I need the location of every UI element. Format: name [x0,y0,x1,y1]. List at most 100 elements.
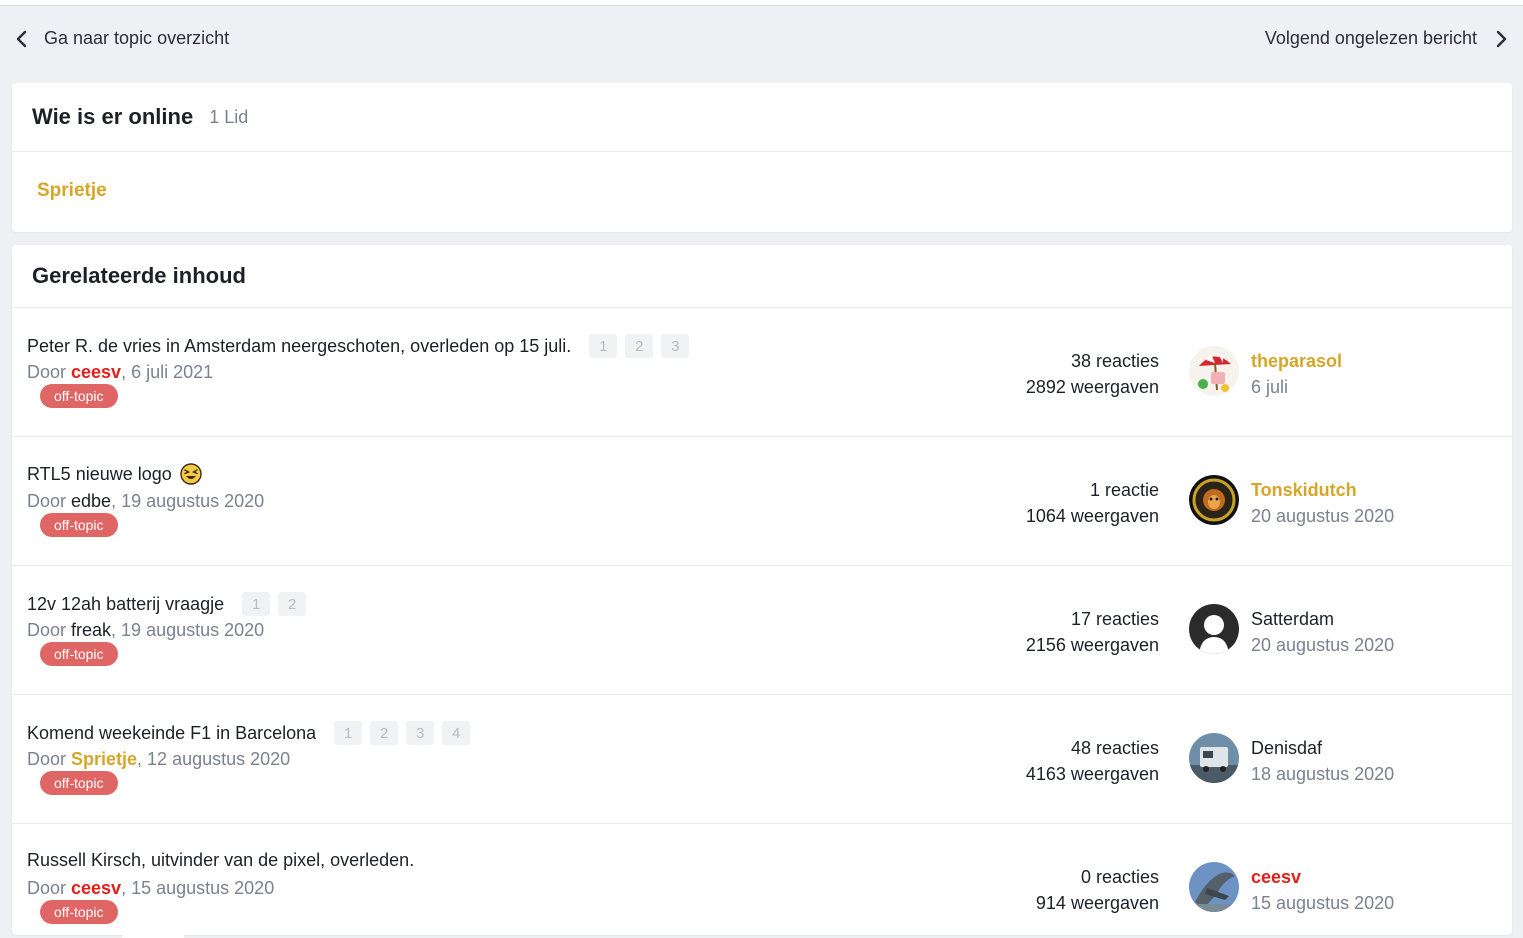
last-poster-avatar[interactable] [1189,475,1239,525]
online-member-count: 1 Lid [209,106,249,127]
topic-date: , 19 augustus 2020 [111,620,265,640]
topic-date: , 6 juli 2021 [121,362,214,382]
topic-author-link[interactable]: ceesv [71,362,121,382]
topic-row: Komend weekeinde F1 in Barcelona 1 2 3 4… [12,695,1512,824]
topic-title-link[interactable]: RTL5 nieuwe logo [27,464,172,485]
view-count: 1064 weergaven [1025,506,1159,526]
topic-title-line: Peter R. de vries in Amsterdam neergesch… [27,334,697,358]
who-is-online-title: Wie is er online [32,104,194,129]
view-count: 4163 weergaven [1025,764,1159,784]
topic-meta: Door ceesv, 6 juli 2021 [27,362,213,383]
badge-avatar-icon [1189,475,1239,525]
who-is-online-card: Wie is er online 1 Lid Sprietje [12,83,1512,232]
last-poster-link[interactable]: ceesv [1251,864,1394,890]
back-link-label: Ga naar topic overzicht [44,28,230,48]
last-poster-avatar[interactable] [1189,346,1239,396]
topic-title-line: Komend weekeinde F1 in Barcelona 1 2 3 4 [27,721,478,745]
topic-stats: 1 reactie 1064 weergaven [1026,477,1159,529]
last-post-info: Tonskidutch 20 augustus 2020 [1251,477,1394,529]
page-link[interactable]: 2 [370,721,399,745]
default-user-avatar-icon [1189,604,1239,654]
reply-count: 17 reacties [1070,609,1159,629]
related-content-header: Gerelateerde inhoud [12,245,1512,308]
topic-title-link[interactable]: Komend weekeinde F1 in Barcelona [27,723,316,744]
parasol-avatar-icon [1189,346,1239,396]
page-link[interactable]: 3 [661,334,690,358]
related-content-card: Gerelateerde inhoud Peter R. de vries in… [12,245,1512,935]
topic-stats: 17 reacties 2156 weergaven [1026,606,1159,658]
topic-stats: 38 reacties 2892 weergaven [1026,348,1159,400]
topic-stats: 0 reacties 914 weergaven [1036,864,1159,916]
topic-date: , 19 augustus 2020 [111,491,265,511]
last-post-date: 15 augustus 2020 [1251,893,1395,913]
horizontal-scrollbar-thumb[interactable] [122,931,184,938]
who-is-online-header: Wie is er online 1 Lid [12,83,1512,152]
page-link[interactable]: 1 [334,721,363,745]
last-poster-avatar[interactable] [1189,733,1239,783]
last-post-info: ceesv 15 augustus 2020 [1251,864,1394,916]
reply-count: 0 reacties [1080,867,1159,887]
topic-meta: Door edbe, 19 augustus 2020 [27,491,264,512]
aircraft-photo-avatar-icon [1189,862,1239,912]
topic-date: , 15 augustus 2020 [121,878,275,898]
topic-pagination: 1 2 [242,592,314,616]
topic-tag[interactable]: off-topic [40,900,118,924]
topic-author-link[interactable]: edbe [71,491,111,511]
last-poster-link[interactable]: Tonskidutch [1251,477,1394,503]
by-label: Door [27,491,72,511]
by-label: Door [27,749,72,769]
back-to-topic-overview-link[interactable]: Ga naar topic overzicht [12,28,229,49]
topic-row: RTL5 nieuwe logo Door edbe, 19 augustus … [12,437,1512,566]
topic-date: , 12 augustus 2020 [137,749,291,769]
reply-count: 1 reactie [1089,480,1159,500]
topic-meta: Door ceesv, 15 augustus 2020 [27,878,274,899]
view-count: 2156 weergaven [1025,635,1159,655]
topic-author-link[interactable]: Sprietje [71,749,137,769]
topic-tag[interactable]: off-topic [40,642,118,666]
view-count: 2892 weergaven [1025,377,1159,397]
topic-tag[interactable]: off-topic [40,384,118,408]
topic-tag[interactable]: off-topic [40,513,118,537]
last-poster-link[interactable]: Denisdaf [1251,735,1394,761]
page-link[interactable]: 4 [442,721,471,745]
grinning-squint-emoji-icon [180,463,202,485]
last-poster-link[interactable]: theparasol [1251,348,1342,374]
reply-count: 38 reacties [1070,351,1159,371]
topic-title-link[interactable]: Peter R. de vries in Amsterdam neergesch… [27,336,571,357]
topic-author-link[interactable]: freak [71,620,111,640]
page-link[interactable]: 2 [625,334,654,358]
last-post-date: 20 augustus 2020 [1251,506,1395,526]
topic-pagination: 1 2 3 4 [334,721,478,745]
view-count: 914 weergaven [1035,893,1159,913]
page-link[interactable]: 1 [242,592,271,616]
last-post-info: theparasol 6 juli [1251,348,1342,400]
topic-row: Peter R. de vries in Amsterdam neergesch… [12,308,1512,437]
topic-pagination: 1 2 3 [589,334,697,358]
topic-title-link[interactable]: 12v 12ah batterij vraagje [27,594,224,615]
last-poster-link[interactable]: Satterdam [1251,606,1394,632]
topic-row: 12v 12ah batterij vraagje 1 2 Door freak… [12,566,1512,695]
page-link[interactable]: 2 [278,592,307,616]
topic-stats: 48 reacties 4163 weergaven [1026,735,1159,787]
topic-row: Russell Kirsch, uitvinder van de pixel, … [12,824,1512,935]
topic-meta: Door Sprietje, 12 augustus 2020 [27,749,290,770]
by-label: Door [27,878,72,898]
topic-meta: Door freak, 19 augustus 2020 [27,620,264,641]
page-link[interactable]: 1 [589,334,618,358]
last-poster-avatar[interactable] [1189,604,1239,654]
online-user-link[interactable]: Sprietje [37,180,107,202]
topic-navigation-bar: Ga naar topic overzicht Volgend ongeleze… [0,6,1523,72]
next-link-label: Volgend ongelezen bericht [1264,28,1477,48]
topic-title-line: Russell Kirsch, uitvinder van de pixel, … [27,850,414,871]
next-unread-post-link[interactable]: Volgend ongelezen bericht [1265,28,1511,49]
topic-title-link[interactable]: Russell Kirsch, uitvinder van de pixel, … [27,850,414,871]
related-content-title: Gerelateerde inhoud [32,263,246,288]
topic-title-line: 12v 12ah batterij vraagje 1 2 [27,592,314,616]
last-poster-avatar[interactable] [1189,862,1239,912]
topic-tag[interactable]: off-topic [40,771,118,795]
topic-author-link[interactable]: ceesv [71,878,121,898]
page-link[interactable]: 3 [406,721,435,745]
last-post-date: 6 juli [1251,377,1289,397]
chevron-right-icon [1496,30,1507,47]
by-label: Door [27,620,72,640]
